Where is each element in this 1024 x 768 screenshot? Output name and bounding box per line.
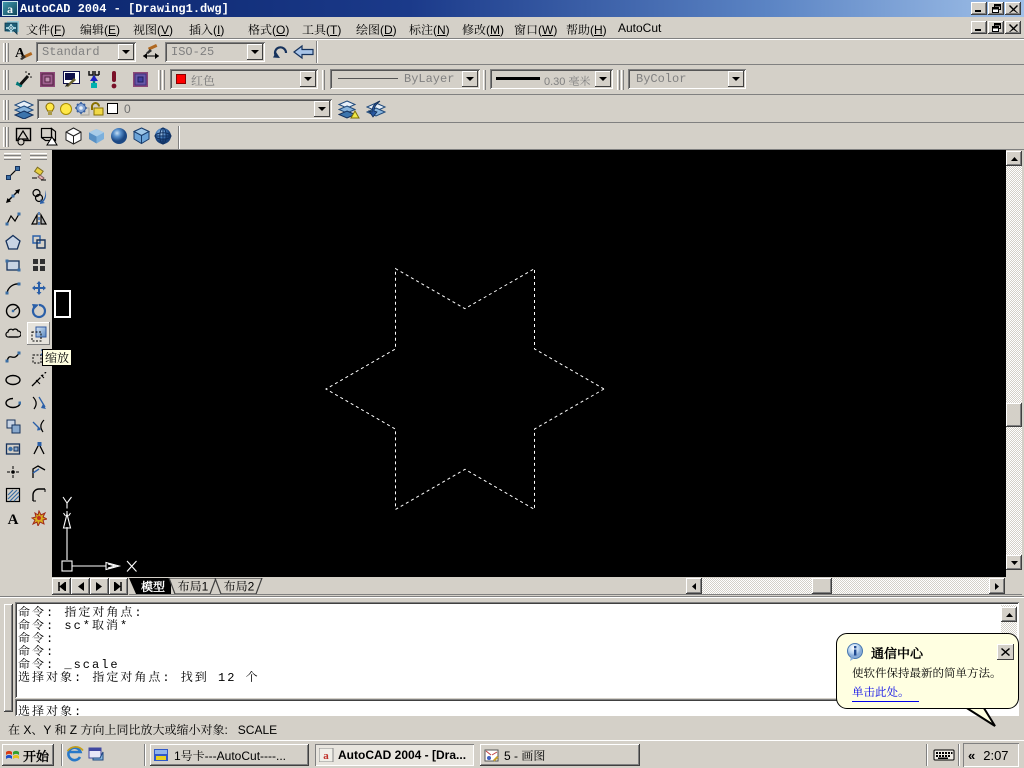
svg-text:a: a — [7, 2, 13, 15]
svg-text:A: A — [7, 512, 18, 526]
svg-text:布局2: 布局2 — [224, 580, 255, 594]
svg-text:模型: 模型 — [141, 580, 165, 594]
svg-text:布局1: 布局1 — [178, 580, 209, 594]
svg-text:a: a — [323, 750, 329, 762]
